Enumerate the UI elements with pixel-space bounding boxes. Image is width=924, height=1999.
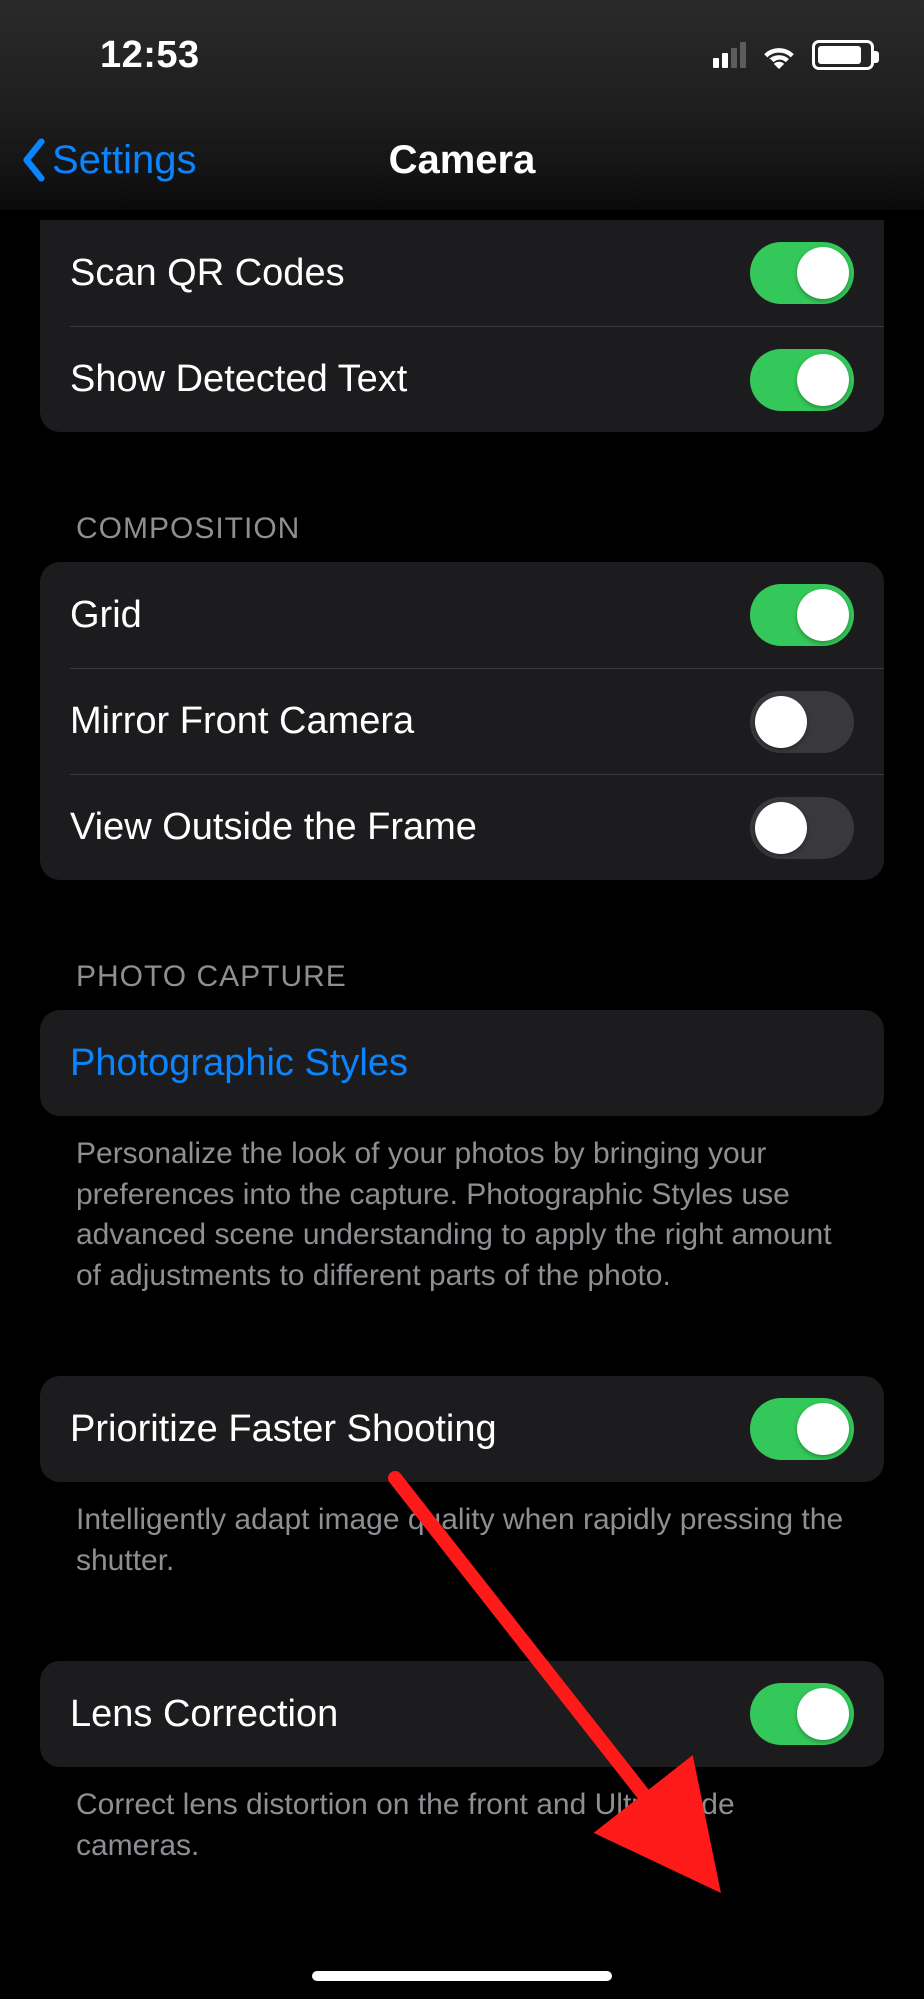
row-mirror-front-camera-toggle[interactable]: [750, 691, 854, 753]
prioritize-faster-shooting-label: Prioritize Faster Shooting: [70, 1408, 497, 1451]
group-photographic-styles: Photographic Styles: [40, 1010, 884, 1116]
row-prioritize-faster-shooting: Prioritize Faster Shooting: [40, 1376, 884, 1482]
row-show-detected-text: Show Detected Text: [70, 326, 884, 432]
row-view-outside-frame-label: View Outside the Frame: [70, 806, 477, 849]
group-top: Scan QR Codes Show Detected Text: [40, 220, 884, 432]
lens-correction-label: Lens Correction: [70, 1693, 338, 1736]
photographic-styles-footer: Personalize the look of your photos by b…: [40, 1116, 884, 1296]
row-lens-correction: Lens Correction: [40, 1661, 884, 1767]
group-composition: Grid Mirror Front Camera View Outside the …: [40, 562, 884, 880]
page-title: Camera: [389, 138, 536, 183]
lens-correction-footer: Correct lens distortion on the front and…: [40, 1767, 884, 1866]
battery-icon: [812, 40, 874, 70]
back-button[interactable]: Settings: [20, 138, 197, 183]
status-time: 12:53: [100, 34, 200, 77]
row-scan-qr-codes-label: Scan QR Codes: [70, 252, 345, 295]
row-mirror-front-camera: Mirror Front Camera: [70, 668, 884, 774]
back-label: Settings: [52, 138, 197, 183]
row-grid-label: Grid: [70, 594, 142, 637]
row-mirror-front-camera-label: Mirror Front Camera: [70, 700, 414, 743]
cellular-signal-icon: [713, 42, 746, 68]
prioritize-faster-shooting-toggle[interactable]: [750, 1398, 854, 1460]
row-grid: Grid: [40, 562, 884, 668]
photographic-styles-label: Photographic Styles: [70, 1042, 408, 1085]
row-grid-toggle[interactable]: [750, 584, 854, 646]
home-indicator[interactable]: [312, 1971, 612, 1981]
status-icons: [713, 40, 874, 70]
group-lens-correction: Lens Correction: [40, 1661, 884, 1767]
nav-bar: Settings Camera: [0, 110, 924, 210]
photo-capture-header: PHOTO CAPTURE: [40, 960, 884, 1010]
row-show-detected-text-label: Show Detected Text: [70, 358, 407, 401]
chevron-left-icon: [20, 138, 48, 182]
status-bar: 12:53: [0, 0, 924, 110]
prioritize-faster-shooting-footer: Intelligently adapt image quality when r…: [40, 1482, 884, 1581]
row-view-outside-frame: View Outside the Frame: [70, 774, 884, 880]
row-scan-qr-codes-toggle[interactable]: [750, 242, 854, 304]
settings-scroll[interactable]: Scan QR Codes Show Detected Text COMPOSIT…: [0, 210, 924, 1999]
row-show-detected-text-toggle[interactable]: [750, 349, 854, 411]
row-photographic-styles[interactable]: Photographic Styles: [40, 1010, 884, 1116]
row-view-outside-frame-toggle[interactable]: [750, 797, 854, 859]
composition-header: COMPOSITION: [40, 512, 884, 562]
wifi-icon: [760, 41, 798, 69]
lens-correction-toggle[interactable]: [750, 1683, 854, 1745]
row-scan-qr-codes: Scan QR Codes: [40, 220, 884, 326]
group-faster-shooting: Prioritize Faster Shooting: [40, 1376, 884, 1482]
